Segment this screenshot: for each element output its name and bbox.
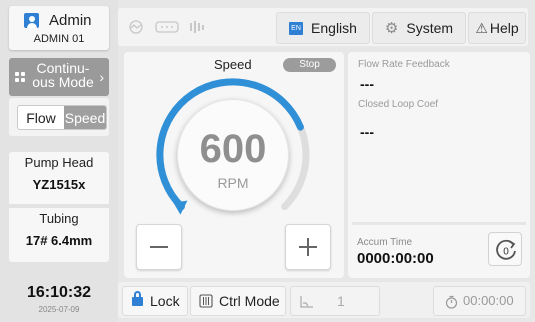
- increase-speed-button[interactable]: [285, 224, 331, 270]
- lock-label: Lock: [150, 293, 180, 309]
- closed-loop-value: ---: [360, 124, 374, 140]
- language-label: English: [311, 20, 357, 36]
- clock: 16:10:32 2025-07-09: [0, 284, 118, 314]
- pump-info-card: Pump Head YZ1515x Tubing 17# 6.4mm: [9, 152, 109, 262]
- mode-label-line2: ous Mode: [32, 74, 94, 90]
- timer-button[interactable]: 00:00:00: [433, 286, 526, 316]
- language-button[interactable]: EN English: [276, 12, 370, 44]
- speed-unit: RPM: [217, 175, 249, 191]
- closed-loop-label: Closed Loop Coef: [358, 99, 439, 110]
- tubing-label: Tubing: [39, 211, 79, 226]
- reset-accum-button[interactable]: 0: [488, 232, 522, 266]
- speed-dial[interactable]: 600 RPM: [177, 99, 289, 211]
- user-icon: [24, 13, 39, 28]
- ctrl-mode-button[interactable]: Ctrl Mode: [190, 286, 286, 316]
- grid-icon: [15, 72, 25, 82]
- plus-icon-vertical: [307, 238, 309, 256]
- tubing-button[interactable]: Tubing 17# 6.4mm: [13, 208, 105, 260]
- reset-icon: 0: [496, 239, 516, 260]
- flow-speed-panel: Flow Speed: [9, 98, 109, 136]
- pump-head-button[interactable]: Pump Head YZ1515x: [13, 152, 105, 202]
- ramp-setting[interactable]: 1: [290, 286, 380, 316]
- flow-feedback-value: ---: [360, 76, 374, 92]
- battery-status-icon: [155, 21, 179, 33]
- speed-panel: Speed Stop 600 RPM: [124, 52, 344, 278]
- help-button[interactable]: ⚠ Help: [468, 12, 526, 44]
- flow-option[interactable]: Flow: [18, 106, 64, 129]
- divider: [352, 222, 526, 225]
- lock-icon: [132, 297, 143, 306]
- system-label: System: [406, 20, 454, 36]
- ctrl-mode-label: Ctrl Mode: [219, 293, 280, 309]
- mode-label: Continu- ous Mode: [30, 61, 96, 89]
- reset-icon-arrow: [508, 240, 516, 249]
- help-label: Help: [489, 20, 519, 36]
- signal-status-icon: [190, 21, 204, 33]
- user-id: ADMIN 01: [33, 33, 85, 45]
- user-name: Admin: [49, 12, 92, 29]
- speed-option[interactable]: Speed: [64, 106, 106, 129]
- pump-head-label: Pump Head: [24, 155, 94, 170]
- sliders-icon: [199, 294, 213, 308]
- accum-time-value: 0000:00:00: [357, 250, 434, 267]
- stopwatch-icon: [445, 295, 458, 309]
- chevron-right-icon: ›: [99, 69, 104, 85]
- warning-icon: ⚠: [475, 19, 488, 36]
- minus-icon: [150, 246, 168, 248]
- reset-count: 0: [503, 247, 509, 258]
- ramp-value: 1: [337, 293, 345, 309]
- tubing-value: 17# 6.4mm: [25, 233, 93, 248]
- speed-value: 600: [199, 127, 267, 171]
- speed-gauge-arrowhead: [173, 200, 188, 215]
- language-flag-icon: EN: [289, 21, 304, 35]
- accum-time-label: Accum Time: [357, 237, 413, 248]
- user-card[interactable]: Admin ADMIN 01: [9, 6, 109, 50]
- decrease-speed-button[interactable]: [136, 224, 182, 270]
- gear-icon: ⚙: [384, 20, 399, 37]
- clock-time: 16:10:32: [26, 284, 92, 301]
- pressure-status-icon: [129, 20, 143, 34]
- system-button[interactable]: ⚙ System: [372, 12, 466, 44]
- clock-date: 2025-07-09: [38, 305, 80, 314]
- lock-button[interactable]: Lock: [122, 286, 188, 316]
- flow-speed-toggle[interactable]: Flow Speed: [17, 105, 107, 130]
- info-panel: Flow Rate Feedback --- Closed Loop Coef …: [348, 52, 530, 278]
- bottom-bar: Lock Ctrl Mode 1 00:00:00: [118, 282, 530, 318]
- top-bar: EN English ⚙ System ⚠ Help: [118, 8, 528, 46]
- sidebar: Admin ADMIN 01 Continu- ous Mode › Flow …: [0, 0, 118, 322]
- mode-selector[interactable]: Continu- ous Mode ›: [9, 58, 109, 96]
- flow-feedback-label: Flow Rate Feedback: [358, 59, 450, 70]
- ramp-icon: [300, 296, 313, 308]
- timer-value: 00:00:00: [463, 293, 514, 308]
- pump-head-value: YZ1515x: [32, 177, 86, 192]
